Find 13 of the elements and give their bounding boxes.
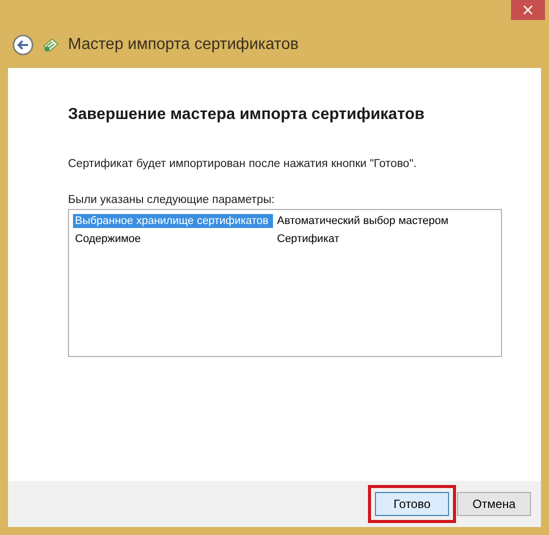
setting-value: Автоматический выбор мастером <box>277 215 448 227</box>
setting-name[interactable]: Содержимое <box>73 232 273 246</box>
cancel-button[interactable]: Отмена <box>457 492 531 516</box>
certificate-icon <box>42 36 60 54</box>
page-heading: Завершение мастера импорта сертификатов <box>68 106 426 124</box>
window-title: Мастер импорта сертификатов <box>68 36 299 54</box>
finish-button[interactable]: Готово <box>375 492 449 516</box>
close-button[interactable]: × <box>511 0 545 20</box>
setting-value: Сертификат <box>277 233 340 245</box>
back-icon[interactable] <box>12 34 34 56</box>
settings-list[interactable]: Выбранное хранилище сертификатов Автоматический выбор мастером Содержимое Сертификат <box>68 209 502 357</box>
list-label: Были указаны следующие параметры: <box>68 194 276 206</box>
info-text: Сертификат будет импортирован после нажатия кнопки "Готово". <box>68 158 418 170</box>
